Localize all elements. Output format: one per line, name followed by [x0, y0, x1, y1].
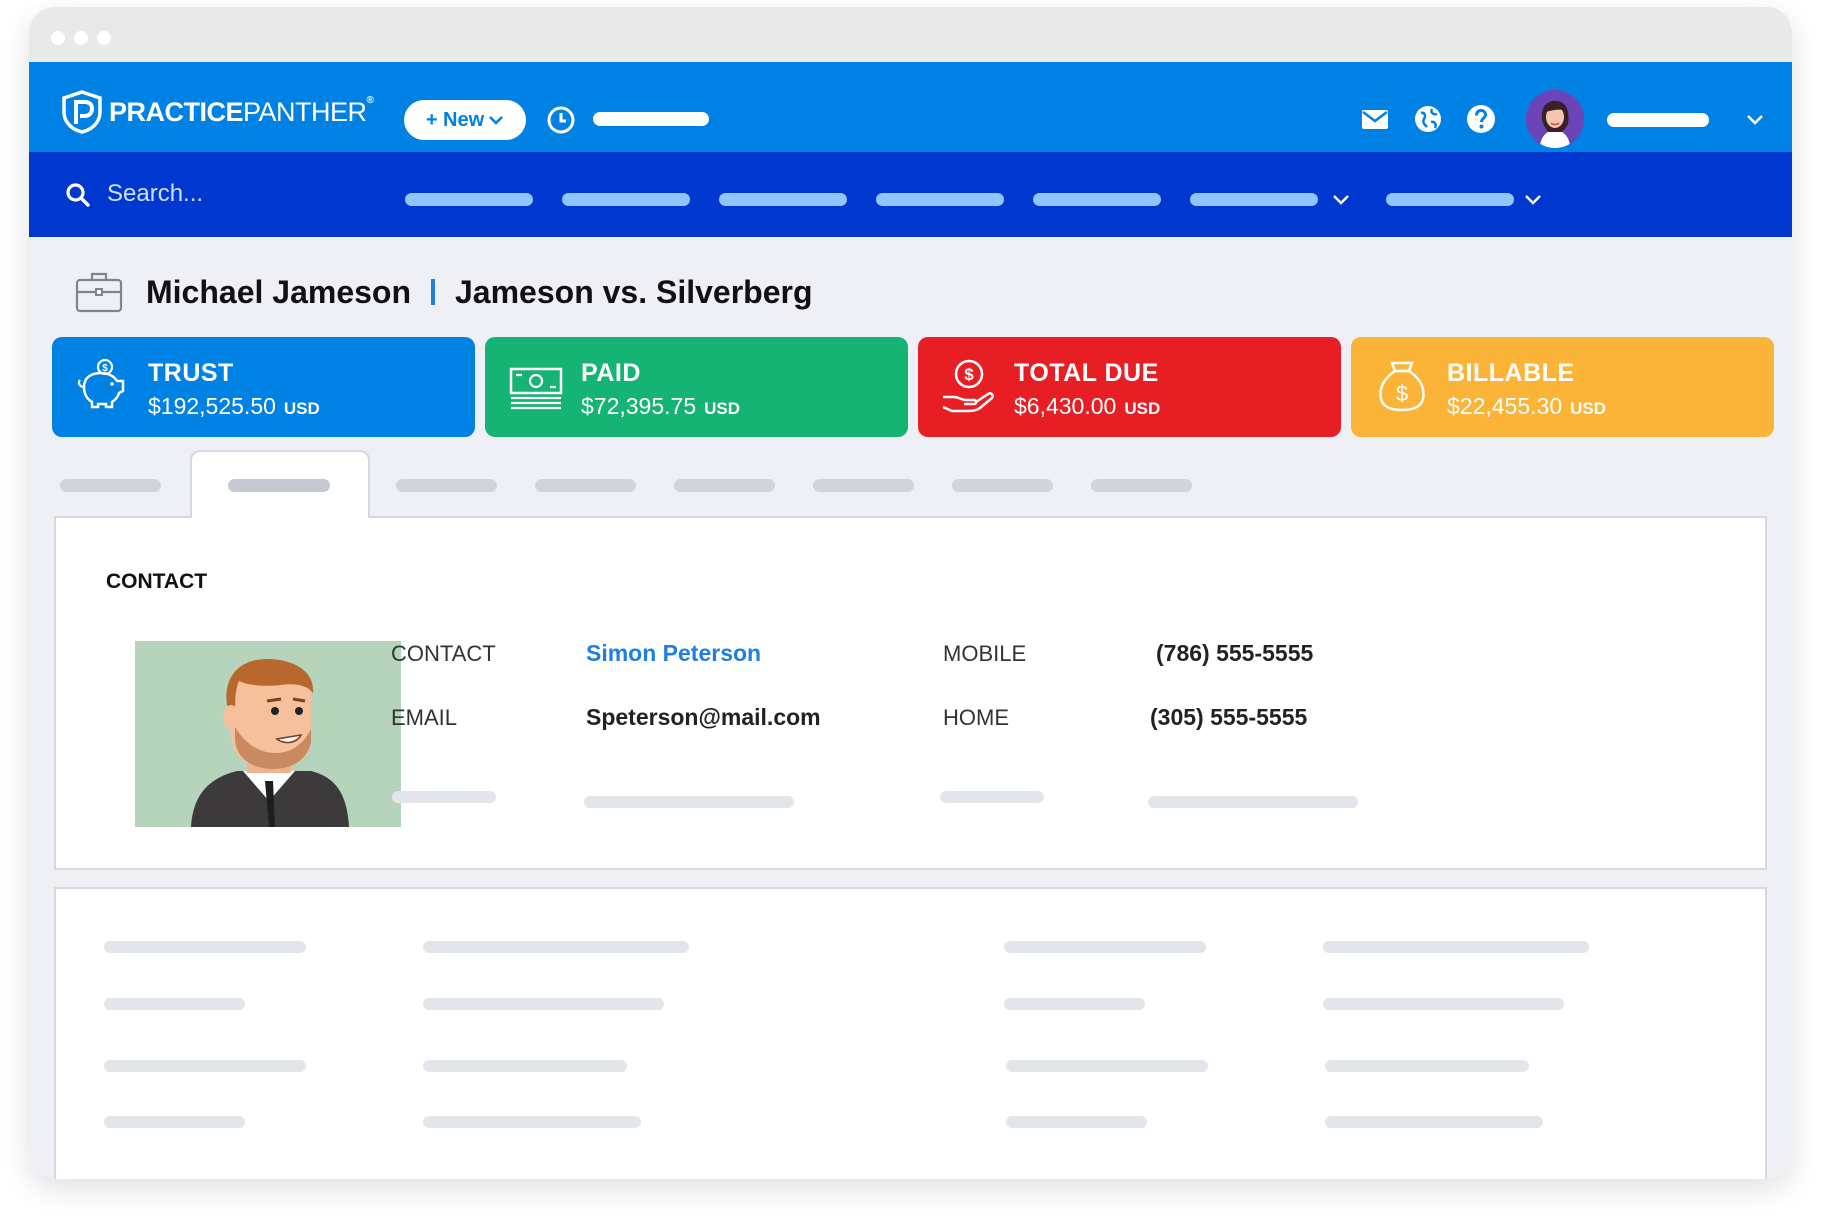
new-button[interactable]: + New: [404, 100, 526, 140]
user-avatar[interactable]: [1526, 90, 1584, 148]
matter-heading: Michael Jameson Jameson vs. Silverberg: [74, 267, 813, 317]
detail-placeholder: [1006, 1116, 1147, 1128]
detail-placeholder: [423, 1116, 641, 1128]
nav-item-1[interactable]: [405, 193, 533, 206]
brand-logo[interactable]: PRACTICEPANTHER®: [61, 90, 374, 134]
trust-label: TRUST: [148, 359, 234, 387]
timer-placeholder: [593, 112, 709, 126]
email-label: EMAIL: [391, 705, 458, 730]
client-name[interactable]: Michael Jameson: [146, 274, 411, 311]
user-menu-chevron-icon[interactable]: [1746, 114, 1764, 126]
paid-label: PAID: [581, 359, 641, 387]
total-due-label: TOTAL DUE: [1014, 359, 1159, 387]
contact-name-link[interactable]: Simon Peterson: [586, 640, 761, 667]
user-name-placeholder: [1607, 113, 1709, 127]
nav-item-7-chevron-icon[interactable]: [1524, 194, 1542, 206]
svg-text:$: $: [964, 365, 974, 384]
section-title: CONTACT: [106, 570, 208, 593]
detail-placeholder: [104, 998, 245, 1010]
detail-placeholder: [1323, 941, 1589, 953]
detail-placeholder: [1325, 1116, 1543, 1128]
billable-value: $22,455.30 USD: [1447, 393, 1607, 419]
window-dot-close[interactable]: [51, 31, 65, 45]
detail-placeholder: [1004, 941, 1206, 953]
billable-card[interactable]: $ BILLABLE $22,455.30 USD: [1351, 337, 1774, 437]
trust-card[interactable]: $ TRUST $192,525.50 USD: [52, 337, 475, 437]
briefcase-icon: [75, 272, 123, 313]
nav-item-7[interactable]: [1386, 193, 1514, 206]
detail-placeholder: [423, 1060, 627, 1072]
tab-4[interactable]: [535, 479, 636, 492]
detail-placeholder: [423, 941, 689, 953]
field-label-placeholder: [392, 791, 496, 803]
detail-placeholder: [1004, 998, 1145, 1010]
mobile-label: MOBILE: [943, 641, 1027, 666]
money-bag-icon: $: [1379, 361, 1425, 412]
nav-item-2[interactable]: [562, 193, 690, 206]
total-due-card[interactable]: $ TOTAL DUE $6,430.00 USD: [918, 337, 1341, 437]
tab-6[interactable]: [813, 479, 914, 492]
paid-value: $72,395.75 USD: [581, 393, 741, 419]
detail-placeholder: [1323, 998, 1564, 1010]
heading-separator: [431, 279, 435, 305]
field-value-placeholder: [584, 796, 794, 808]
tab-1[interactable]: [60, 479, 161, 492]
tab-2-label-placeholder: [228, 479, 330, 492]
detail-placeholder: [104, 1060, 306, 1072]
detail-placeholder: [1006, 1060, 1208, 1072]
tab-8[interactable]: [1091, 479, 1192, 492]
tab-5[interactable]: [674, 479, 775, 492]
window-dot-minimize[interactable]: [74, 31, 88, 45]
nav-item-3[interactable]: [719, 193, 847, 206]
detail-placeholder: [1325, 1060, 1529, 1072]
panther-logo-icon: [62, 90, 102, 134]
email-value[interactable]: Speterson@mail.com: [586, 704, 821, 731]
user-avatar-illustration: [1526, 90, 1584, 148]
brand-name: PRACTICEPANTHER®: [109, 94, 374, 127]
detail-placeholder: [104, 1116, 245, 1128]
detail-placeholder: [104, 941, 306, 953]
contact-label: CONTACT: [391, 641, 496, 666]
tab-3[interactable]: [396, 479, 497, 492]
trust-value: $192,525.50 USD: [148, 393, 320, 419]
globe-icon[interactable]: [1412, 103, 1444, 135]
billable-label: BILLABLE: [1447, 359, 1575, 387]
home-value[interactable]: (305) 555-5555: [1150, 704, 1307, 731]
nav-item-6-chevron-icon[interactable]: [1332, 194, 1350, 206]
nav-item-6[interactable]: [1190, 193, 1318, 206]
mail-icon[interactable]: [1359, 103, 1391, 135]
help-icon[interactable]: [1465, 103, 1497, 135]
search-input[interactable]: [107, 174, 347, 214]
top-bar: PRACTICEPANTHER® + New: [29, 62, 1792, 152]
nav-bar: [29, 152, 1792, 237]
nav-item-4[interactable]: [876, 193, 1004, 206]
chevron-down-icon: [489, 116, 504, 125]
total-due-value: $6,430.00 USD: [1014, 393, 1161, 419]
matter-name[interactable]: Jameson vs. Silverberg: [455, 274, 813, 311]
window-titlebar: [29, 7, 1792, 62]
window-dot-maximize[interactable]: [97, 31, 111, 45]
timer-clock-icon[interactable]: [546, 105, 576, 135]
mobile-value[interactable]: (786) 555-5555: [1156, 640, 1313, 667]
cash-icon: [509, 367, 563, 410]
contact-panel: CONTACT CONTACT Simon Peterson EMAIL Spe…: [54, 516, 1767, 870]
home-label: HOME: [943, 705, 1009, 730]
hand-coin-icon: $: [942, 359, 994, 413]
tab-7[interactable]: [952, 479, 1053, 492]
svg-text:$: $: [102, 363, 108, 374]
tab-2-active[interactable]: [190, 450, 370, 518]
contact-person-illustration: [135, 641, 401, 827]
detail-placeholder: [423, 998, 664, 1010]
details-panel: [54, 887, 1767, 1179]
nav-item-5[interactable]: [1033, 193, 1161, 206]
piggy-bank-icon: $: [77, 358, 125, 409]
svg-text:$: $: [1396, 381, 1408, 406]
field-label-placeholder: [940, 791, 1044, 803]
paid-card[interactable]: PAID $72,395.75 USD: [485, 337, 908, 437]
app-window: PRACTICEPANTHER® + New Search... Michael…: [29, 7, 1792, 1179]
search-icon: [66, 183, 90, 207]
field-value-placeholder: [1148, 796, 1358, 808]
contact-photo: [135, 641, 401, 827]
